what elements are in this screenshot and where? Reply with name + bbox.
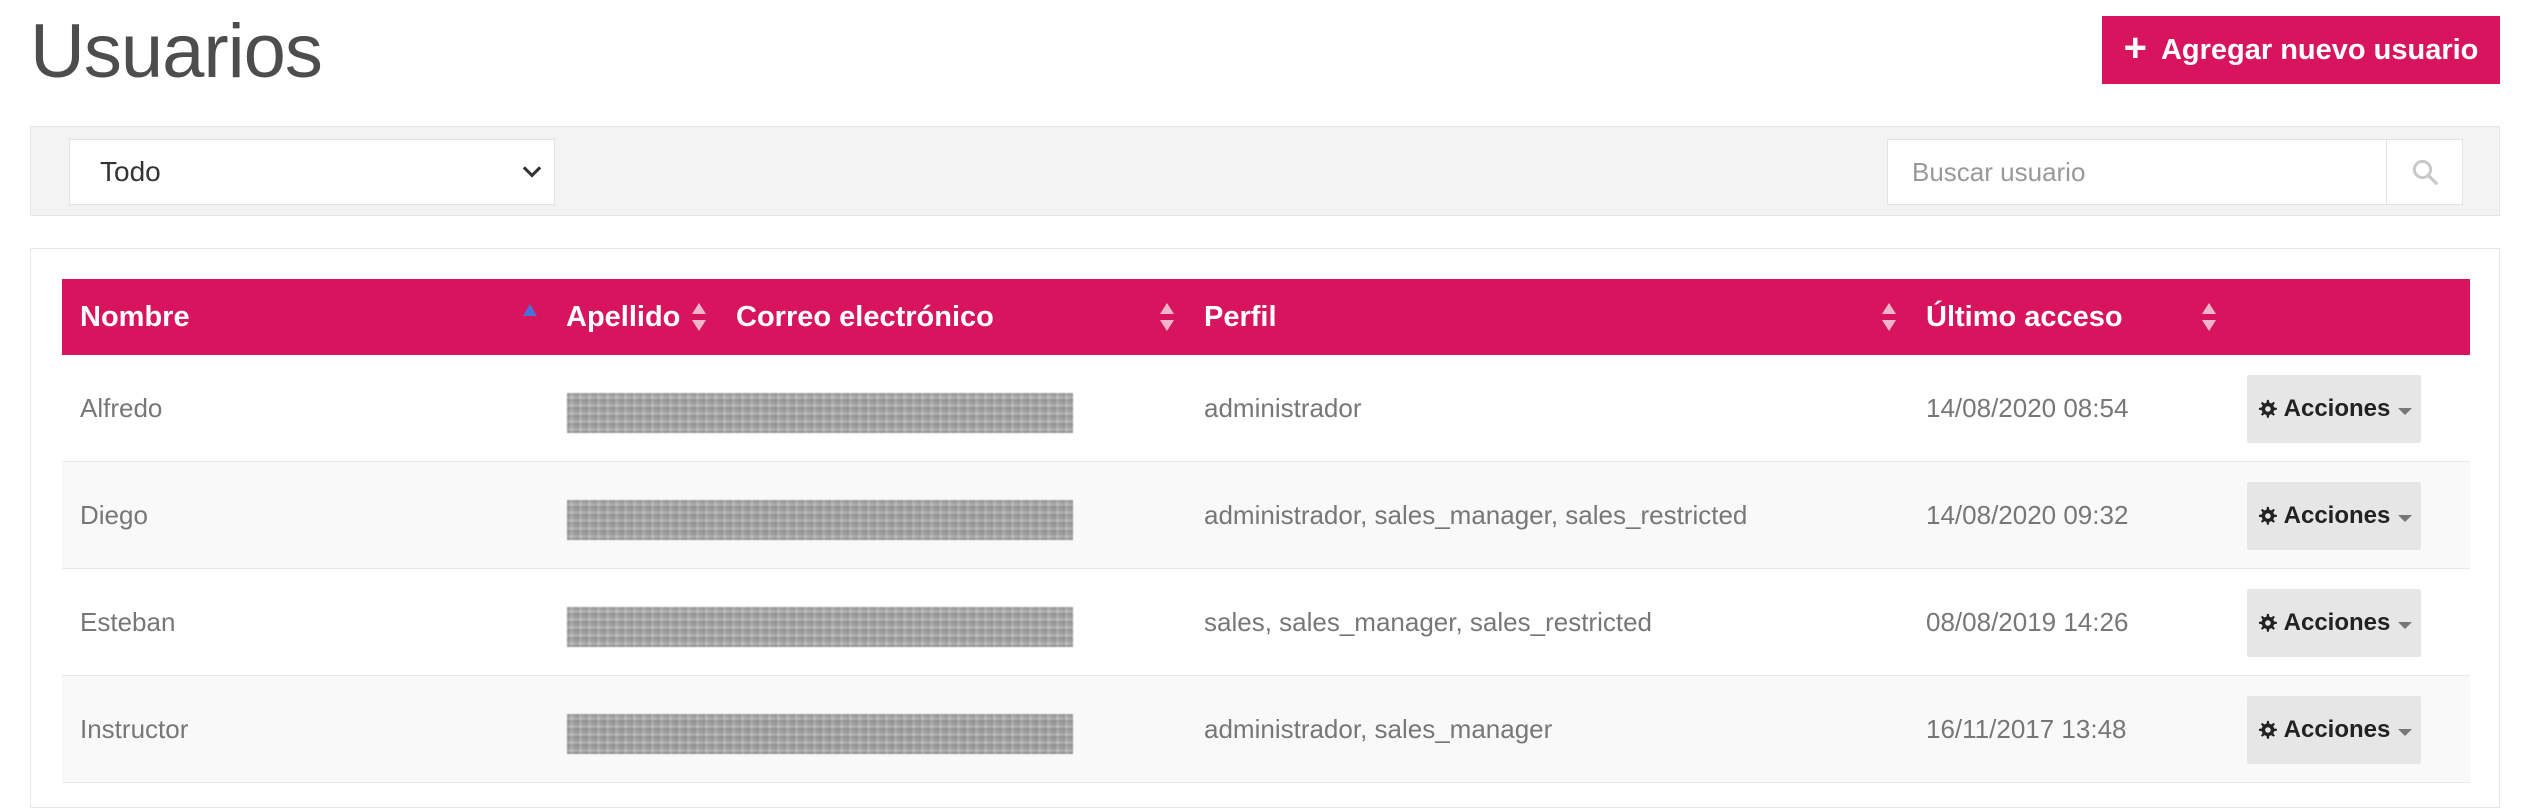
redacted-lastname-email	[567, 500, 1073, 540]
caret-down-icon	[2398, 514, 2413, 522]
cell-ultimo-acceso: 14/08/2020 08:54	[1926, 392, 2129, 423]
add-user-button[interactable]: + Agregar nuevo usuario	[2102, 16, 2500, 84]
actions-button-label: Acciones	[2283, 716, 2391, 743]
gear-icon	[2258, 506, 2277, 525]
table-row: Alfredo administrador 14/08/2020 08:54 A…	[62, 355, 2470, 462]
actions-button[interactable]: Acciones	[2247, 375, 2421, 443]
gear-icon	[2258, 613, 2277, 632]
sort-icon[interactable]	[2200, 301, 2218, 333]
caret-down-icon	[2398, 728, 2413, 736]
sort-asc-icon[interactable]	[522, 303, 538, 317]
caret-down-icon	[2398, 621, 2413, 629]
users-table: Nombre Apellido Correo electrónico Perfi…	[62, 279, 2470, 783]
cell-perfil: administrador, sales_manager, sales_rest…	[1204, 499, 1748, 530]
cell-perfil: sales, sales_manager, sales_restricted	[1204, 606, 1653, 637]
redacted-lastname-email	[567, 607, 1073, 647]
cell-nombre: Alfredo	[80, 392, 163, 423]
cell-ultimo-acceso: 16/11/2017 13:48	[1926, 713, 2127, 744]
header-nombre[interactable]: Nombre	[80, 279, 190, 355]
actions-button-label: Acciones	[2283, 395, 2391, 422]
profile-filter-select[interactable]: Todo	[69, 139, 555, 205]
cell-perfil: administrador, sales_manager	[1204, 713, 1553, 744]
plus-icon: +	[2123, 26, 2147, 70]
page-title: Usuarios	[30, 9, 323, 94]
caret-down-icon	[2398, 407, 2413, 415]
cell-ultimo-acceso: 08/08/2019 14:26	[1926, 606, 2129, 637]
cell-nombre: Instructor	[80, 713, 189, 744]
cell-nombre: Esteban	[80, 606, 176, 637]
filter-bar: Todo	[30, 126, 2500, 216]
actions-button[interactable]: Acciones	[2247, 696, 2421, 764]
add-user-button-label: Agregar nuevo usuario	[2160, 33, 2479, 66]
header-ultimo-acceso[interactable]: Último acceso	[1926, 279, 2123, 355]
redacted-lastname-email	[567, 714, 1073, 754]
table-row: Instructor administrador, sales_manager …	[62, 676, 2470, 783]
cell-perfil: administrador	[1204, 392, 1362, 423]
actions-button-label: Acciones	[2283, 609, 2391, 636]
table-header: Nombre Apellido Correo electrónico Perfi…	[62, 279, 2470, 355]
actions-button[interactable]: Acciones	[2247, 589, 2421, 657]
search-input[interactable]	[1888, 140, 2386, 204]
cell-nombre: Diego	[80, 499, 148, 530]
search-box	[1887, 139, 2463, 205]
sort-icon[interactable]	[690, 301, 708, 333]
sort-icon[interactable]	[1158, 301, 1176, 333]
users-panel: Nombre Apellido Correo electrónico Perfi…	[30, 248, 2500, 808]
chevron-down-icon	[522, 166, 542, 178]
header-perfil[interactable]: Perfil	[1204, 279, 1277, 355]
redacted-lastname-email	[567, 393, 1073, 433]
profile-filter-value: Todo	[100, 156, 161, 187]
sort-icon[interactable]	[1880, 301, 1898, 333]
gear-icon	[2258, 399, 2277, 418]
header-correo[interactable]: Correo electrónico	[736, 279, 994, 355]
table-row: Esteban sales, sales_manager, sales_rest…	[62, 569, 2470, 676]
actions-button[interactable]: Acciones	[2247, 482, 2421, 550]
cell-ultimo-acceso: 14/08/2020 09:32	[1926, 499, 2129, 530]
actions-button-label: Acciones	[2283, 502, 2391, 529]
header-apellido[interactable]: Apellido	[566, 279, 680, 355]
gear-icon	[2258, 720, 2277, 739]
search-button[interactable]	[2386, 140, 2462, 204]
search-icon	[2412, 159, 2438, 185]
table-row: Diego administrador, sales_manager, sale…	[62, 462, 2470, 569]
